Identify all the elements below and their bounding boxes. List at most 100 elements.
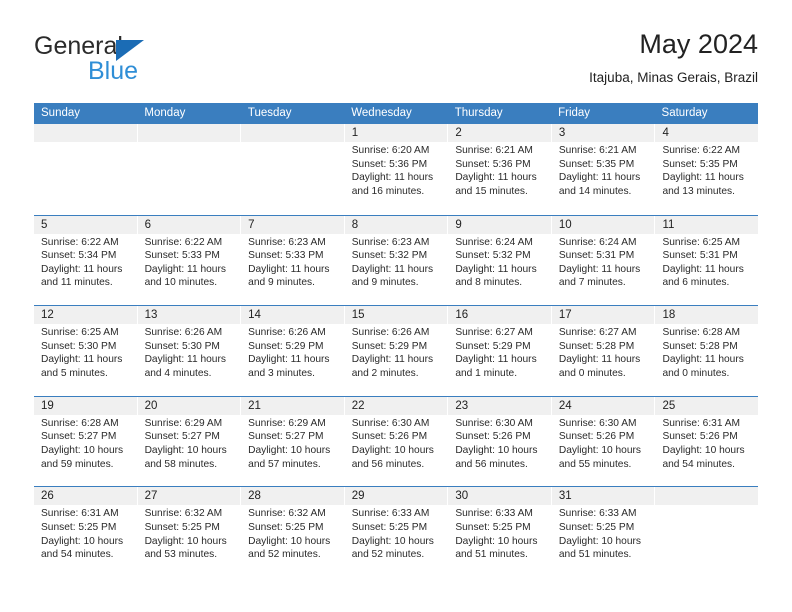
day-sun-info: Sunrise: 6:30 AM Sunset: 5:26 PM Daylight:… bbox=[448, 415, 551, 471]
day-number: 22 bbox=[344, 396, 448, 415]
day-cell[interactable]: 29 Sunrise: 6:33 AM Sunset: 5:25 PM Dayligh… bbox=[344, 487, 448, 577]
daylight-text-line1: Daylight: 11 hours bbox=[41, 263, 123, 275]
daylight-text-line2: and 54 minutes. bbox=[41, 549, 114, 561]
sunrise-text: Sunrise: 6:30 AM bbox=[351, 417, 430, 429]
day-number bbox=[137, 124, 241, 142]
day-cell[interactable]: 13 Sunrise: 6:26 AM Sunset: 5:30 PM Dayligh… bbox=[137, 306, 241, 396]
day-number bbox=[655, 487, 759, 506]
sunset-text: Sunset: 5:36 PM bbox=[351, 158, 428, 170]
day-cell[interactable]: 11 Sunrise: 6:25 AM Sunset: 5:31 PM Dayligh… bbox=[655, 215, 759, 306]
day-cell[interactable]: 20 Sunrise: 6:29 AM Sunset: 5:27 PM Dayligh… bbox=[137, 396, 241, 487]
day-cell[interactable]: 5 Sunrise: 6:22 AM Sunset: 5:34 PM Daylight… bbox=[34, 215, 137, 306]
calendar-week-row: 12 Sunrise: 6:25 AM Sunset: 5:30 PM Dayligh… bbox=[34, 305, 759, 396]
daylight-text-line1: Daylight: 11 hours bbox=[144, 354, 226, 366]
day-cell[interactable]: 7 Sunrise: 6:23 AM Sunset: 5:33 PM Daylight… bbox=[241, 215, 344, 306]
daylight-text-line2: and 0 minutes. bbox=[558, 367, 626, 379]
sunset-text: Sunset: 5:27 PM bbox=[41, 431, 117, 443]
calendar-week-row: 26 Sunrise: 6:31 AM Sunset: 5:25 PM Dayligh… bbox=[34, 486, 759, 577]
daylight-text-line1: Daylight: 10 hours bbox=[248, 444, 331, 456]
day-number: 13 bbox=[137, 306, 241, 325]
day-cell[interactable]: 27 Sunrise: 6:32 AM Sunset: 5:25 PM Dayligh… bbox=[137, 487, 241, 577]
day-cell[interactable]: 1 Sunrise: 6:20 AM Sunset: 5:36 PM Daylight… bbox=[344, 124, 448, 215]
day-cell[interactable]: 3 Sunrise: 6:21 AM Sunset: 5:35 PM Daylight… bbox=[551, 124, 655, 215]
daylight-text-line2: and 7 minutes. bbox=[558, 277, 626, 289]
day-cell[interactable]: 6 Sunrise: 6:22 AM Sunset: 5:33 PM Daylight… bbox=[137, 215, 241, 306]
sunrise-text: Sunrise: 6:33 AM bbox=[351, 508, 430, 520]
sunset-text: Sunset: 5:25 PM bbox=[558, 521, 635, 533]
day-cell[interactable]: 26 Sunrise: 6:31 AM Sunset: 5:25 PM Dayligh… bbox=[34, 487, 137, 577]
daylight-text-line2: and 51 minutes. bbox=[558, 549, 632, 561]
sunset-text: Sunset: 5:33 PM bbox=[248, 250, 324, 262]
daylight-text-line1: Daylight: 11 hours bbox=[351, 172, 434, 184]
sunrise-text: Sunrise: 6:30 AM bbox=[455, 417, 533, 429]
daylight-text-line1: Daylight: 11 hours bbox=[41, 354, 123, 366]
day-cell[interactable]: 23 Sunrise: 6:30 AM Sunset: 5:26 PM Dayligh… bbox=[448, 396, 551, 487]
daylight-text-line2: and 56 minutes. bbox=[351, 458, 425, 470]
day-cell[interactable]: 15 Sunrise: 6:26 AM Sunset: 5:29 PM Dayligh… bbox=[344, 306, 448, 396]
sunrise-text: Sunrise: 6:33 AM bbox=[455, 508, 533, 520]
day-cell[interactable]: 28 Sunrise: 6:32 AM Sunset: 5:25 PM Dayligh… bbox=[241, 487, 344, 577]
day-cell[interactable]: 22 Sunrise: 6:30 AM Sunset: 5:26 PM Dayligh… bbox=[344, 396, 448, 487]
daylight-text-line1: Daylight: 10 hours bbox=[558, 444, 642, 456]
daylight-text-line1: Daylight: 11 hours bbox=[662, 263, 744, 275]
day-cell[interactable]: 17 Sunrise: 6:27 AM Sunset: 5:28 PM Dayligh… bbox=[551, 306, 655, 396]
day-number: 24 bbox=[551, 396, 655, 415]
daylight-text-line2: and 0 minutes. bbox=[662, 367, 730, 379]
daylight-text-line2: and 55 minutes. bbox=[558, 458, 632, 470]
daylight-text-line2: and 53 minutes. bbox=[144, 549, 218, 561]
day-cell[interactable]: 31 Sunrise: 6:33 AM Sunset: 5:25 PM Dayligh… bbox=[551, 487, 655, 577]
day-cell[interactable]: 21 Sunrise: 6:29 AM Sunset: 5:27 PM Dayligh… bbox=[241, 396, 344, 487]
day-cell[interactable]: 19 Sunrise: 6:28 AM Sunset: 5:27 PM Dayligh… bbox=[34, 396, 137, 487]
day-cell[interactable]: 24 Sunrise: 6:30 AM Sunset: 5:26 PM Dayligh… bbox=[551, 396, 655, 487]
day-sun-info: Sunrise: 6:22 AM Sunset: 5:34 PM Daylight:… bbox=[34, 234, 137, 290]
sunrise-text: Sunrise: 6:26 AM bbox=[248, 327, 326, 339]
sunset-text: Sunset: 5:36 PM bbox=[455, 158, 531, 170]
sunrise-text: Sunrise: 6:28 AM bbox=[662, 327, 741, 339]
daylight-text-line2: and 11 minutes. bbox=[41, 277, 113, 289]
daylight-text-line1: Daylight: 11 hours bbox=[455, 354, 537, 366]
sunset-text: Sunset: 5:26 PM bbox=[455, 431, 531, 443]
day-cell[interactable]: 30 Sunrise: 6:33 AM Sunset: 5:25 PM Dayligh… bbox=[448, 487, 551, 577]
day-number: 5 bbox=[34, 215, 137, 234]
day-cell[interactable]: 25 Sunrise: 6:31 AM Sunset: 5:26 PM Dayligh… bbox=[655, 396, 759, 487]
sunset-text: Sunset: 5:27 PM bbox=[144, 431, 220, 443]
day-cell[interactable]: 4 Sunrise: 6:22 AM Sunset: 5:35 PM Daylight… bbox=[655, 124, 759, 215]
day-number: 31 bbox=[551, 487, 655, 506]
daylight-text-line1: Daylight: 11 hours bbox=[662, 354, 744, 366]
weekday-header-row: Sunday Monday Tuesday Wednesday Thursday… bbox=[34, 103, 758, 124]
day-cell[interactable]: 16 Sunrise: 6:27 AM Sunset: 5:29 PM Dayligh… bbox=[448, 306, 551, 396]
day-cell[interactable]: 8 Sunrise: 6:23 AM Sunset: 5:32 PM Daylight… bbox=[344, 215, 448, 306]
general-blue-logo[interactable]: General Blue bbox=[34, 32, 174, 85]
sunrise-text: Sunrise: 6:21 AM bbox=[455, 145, 533, 156]
daylight-text-line2: and 10 minutes. bbox=[144, 277, 218, 289]
day-cell[interactable]: 2 Sunrise: 6:21 AM Sunset: 5:36 PM Daylight… bbox=[448, 124, 551, 215]
day-cell[interactable]: 10 Sunrise: 6:24 AM Sunset: 5:31 PM Dayligh… bbox=[551, 215, 655, 306]
weekday-sunday: Sunday bbox=[41, 107, 81, 119]
calendar-weeks: 1 Sunrise: 6:20 AM Sunset: 5:36 PM Daylight… bbox=[34, 124, 759, 577]
day-cell-empty bbox=[655, 487, 759, 577]
day-sun-info: Sunrise: 6:33 AM Sunset: 5:25 PM Daylight:… bbox=[345, 505, 448, 561]
sunrise-text: Sunrise: 6:20 AM bbox=[351, 145, 430, 156]
daylight-text-line2: and 9 minutes. bbox=[248, 277, 315, 289]
sunrise-text: Sunrise: 6:32 AM bbox=[144, 508, 223, 520]
day-sun-info: Sunrise: 6:23 AM Sunset: 5:32 PM Daylight:… bbox=[345, 234, 448, 290]
day-cell[interactable]: 12 Sunrise: 6:25 AM Sunset: 5:30 PM Dayligh… bbox=[34, 306, 137, 396]
sunrise-text: Sunrise: 6:31 AM bbox=[41, 508, 119, 520]
sunset-text: Sunset: 5:25 PM bbox=[144, 521, 220, 533]
sunrise-text: Sunrise: 6:33 AM bbox=[558, 508, 637, 520]
day-cell[interactable]: 9 Sunrise: 6:24 AM Sunset: 5:32 PM Daylight… bbox=[448, 215, 551, 306]
daylight-text-line2: and 6 minutes. bbox=[662, 277, 730, 289]
day-number: 7 bbox=[241, 215, 344, 234]
day-sun-info: Sunrise: 6:27 AM Sunset: 5:28 PM Daylight:… bbox=[552, 324, 655, 380]
sunset-text: Sunset: 5:28 PM bbox=[662, 340, 738, 352]
daylight-text-line1: Daylight: 11 hours bbox=[248, 354, 330, 366]
sunrise-text: Sunrise: 6:25 AM bbox=[41, 327, 119, 339]
sunrise-text: Sunrise: 6:21 AM bbox=[558, 145, 637, 156]
day-cell[interactable]: 18 Sunrise: 6:28 AM Sunset: 5:28 PM Dayligh… bbox=[655, 306, 759, 396]
weekday-friday: Friday bbox=[558, 107, 591, 119]
day-sun-info: Sunrise: 6:26 AM Sunset: 5:29 PM Daylight:… bbox=[241, 324, 344, 380]
daylight-text-line2: and 57 minutes. bbox=[248, 458, 321, 470]
sunrise-text: Sunrise: 6:31 AM bbox=[662, 417, 741, 429]
day-sun-info: Sunrise: 6:33 AM Sunset: 5:25 PM Daylight:… bbox=[552, 505, 655, 561]
day-cell[interactable]: 14 Sunrise: 6:26 AM Sunset: 5:29 PM Dayligh… bbox=[241, 306, 344, 396]
